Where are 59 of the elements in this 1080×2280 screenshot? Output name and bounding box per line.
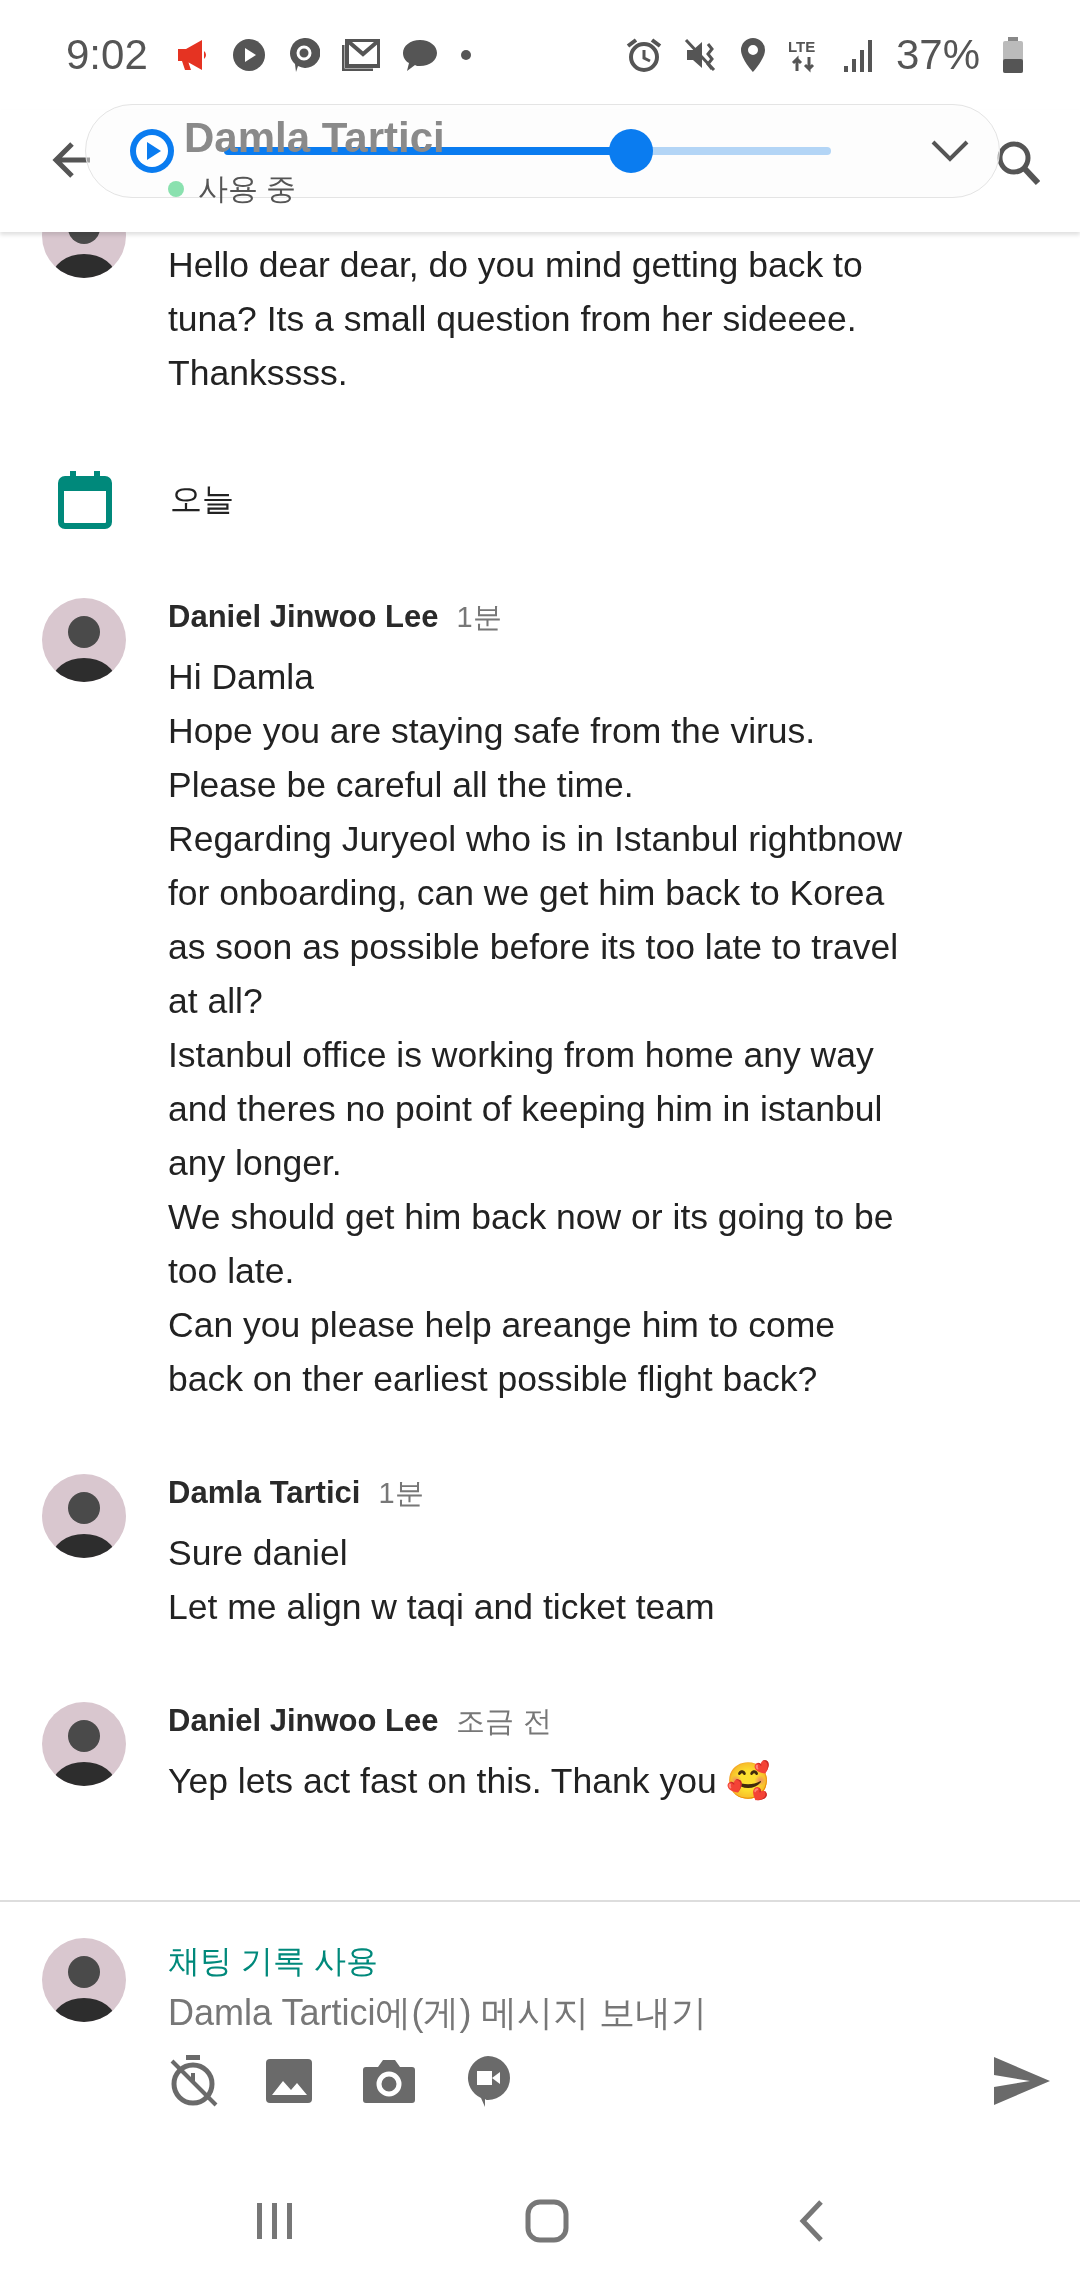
timer-off-drawing <box>168 2055 218 2107</box>
message-text: Sure daniel <box>168 1532 349 1575</box>
play-button-icon[interactable] <box>130 129 174 173</box>
sender-name: Damla Tartici <box>168 1475 361 1511</box>
message-text: We should get him back now or its going to be <box>168 1196 895 1239</box>
message-text: at all? <box>168 980 264 1023</box>
message-text: Hi Damla <box>168 656 315 699</box>
message-time: 1분 <box>456 600 502 635</box>
message-text: Hello dear dear, do you mind getting back to <box>168 244 864 287</box>
message-text: back on ther earliest possible flight back? <box>168 1358 819 1401</box>
message-text: Hope you are staying safe from the virus. <box>168 710 817 753</box>
message-time: 조금 전 <box>456 1704 552 1739</box>
sender-name: Daniel Jinwoo Lee <box>168 599 439 635</box>
signal-icon <box>843 38 874 72</box>
message-time: 1분 <box>378 1476 424 1511</box>
play-circle-icon <box>231 38 266 72</box>
home-icon[interactable] <box>525 2199 569 2243</box>
alarm-icon <box>625 38 662 72</box>
timer-off-icon[interactable] <box>168 2055 218 2107</box>
date-label: 오늘 <box>170 480 234 519</box>
mail-icon <box>341 39 380 71</box>
message-text: any longer. <box>168 1142 343 1185</box>
clock: 9:02 <box>66 31 148 79</box>
message-text: tuna? Its a small question from her sideeee. <box>168 298 858 341</box>
message-text: and theres no point of keeping him in istanbul <box>168 1088 884 1131</box>
image-icon[interactable] <box>266 2057 314 2105</box>
message-text: for onboarding, can we get him back to Korea <box>168 872 886 915</box>
message-text: Let me align w taqi and ticket team <box>168 1586 716 1629</box>
camera-icon[interactable] <box>362 2057 416 2105</box>
message-text: Can you please help areange him to come <box>168 1304 837 1347</box>
presence-dot <box>168 181 184 197</box>
message-text: Thankssss. <box>168 352 349 395</box>
slider-thumb[interactable] <box>608 129 653 173</box>
location-icon <box>739 37 766 73</box>
vibrate-mute-icon <box>683 38 718 72</box>
message-text: Yep lets act fast on this. Thank you 🥰 <box>168 1759 772 1803</box>
calendar-icon <box>58 471 112 529</box>
back-arrow-icon[interactable] <box>50 140 92 180</box>
presence-status: 사용 중 <box>198 171 297 207</box>
chat-bubble-icon <box>401 38 438 72</box>
image-drawing <box>266 2057 314 2105</box>
recent-apps-icon[interactable] <box>255 2201 295 2241</box>
message-input[interactable]: Damla Tartici에(게) 메시지 보내기 <box>168 1984 1050 2042</box>
sender-name: Daniel Jinwoo Lee <box>168 1703 439 1739</box>
chevron-down-icon[interactable] <box>931 139 969 163</box>
message-text: Istanbul office is working from home any way <box>168 1034 875 1077</box>
battery-percent: 37% <box>895 31 980 79</box>
search-icon[interactable] <box>996 140 1040 186</box>
camera-drawing <box>362 2057 416 2105</box>
message-text: as soon as possible before its too late to travel <box>168 926 900 969</box>
message-text: Regarding Juryeol who is in Istanbul rightbnow <box>168 818 904 861</box>
message-text: Please be careful all the time. <box>168 764 635 807</box>
dot-icon <box>459 49 472 61</box>
back-icon[interactable] <box>799 2199 825 2243</box>
history-label: 채팅 기록 사용 <box>168 1942 379 1981</box>
battery-icon <box>1002 37 1024 73</box>
send-icon[interactable] <box>994 2057 1050 2105</box>
send-drawing <box>994 2057 1050 2105</box>
message-text: too late. <box>168 1250 296 1293</box>
